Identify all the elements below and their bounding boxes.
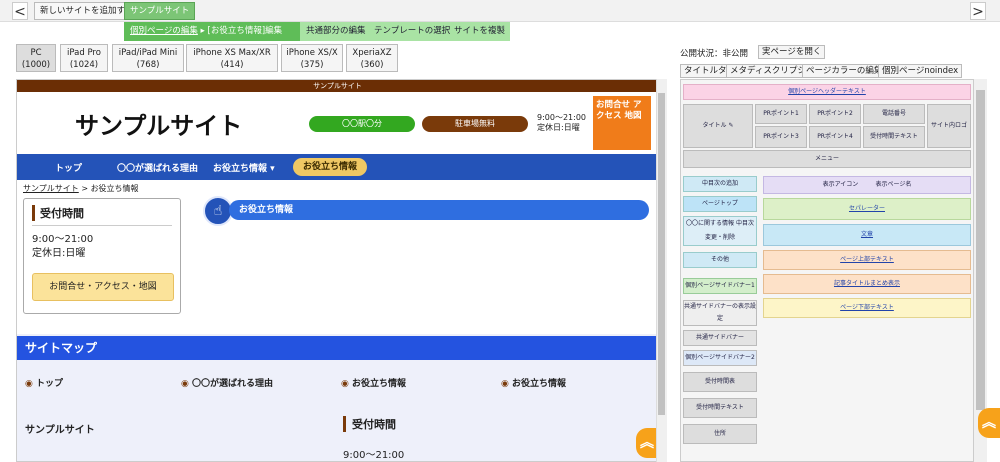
page-bottom-text-block[interactable]: ページ下部テキスト [763, 298, 971, 318]
device-ipad-pro[interactable]: iPad Pro (1024) [60, 44, 108, 72]
preview-scrollbar-thumb[interactable] [658, 93, 665, 415]
device-iphone-xs-max[interactable]: iPhone XS Max/XR (414) [186, 44, 278, 72]
subnav-template[interactable]: テンプレートの選択 [368, 22, 456, 41]
reception-text-block[interactable]: 受付時間テキスト [683, 398, 757, 418]
subnav-duplicate[interactable]: サイトを複製 [448, 22, 511, 41]
sidebar-hours-title: 受付時間 [32, 205, 84, 221]
separator-block[interactable]: セパレーター [763, 198, 971, 220]
page-top-text-block[interactable]: ページ上部テキスト [763, 250, 971, 270]
divider [32, 225, 172, 226]
device-xperia[interactable]: XperiaXZ (360) [346, 44, 398, 72]
panel-scroll-top-icon[interactable]: ︽ [978, 408, 1000, 438]
nav-info-active[interactable]: お役立ち情報 [293, 158, 367, 176]
device-iphone-xs[interactable]: iPhone XS/X (375) [281, 44, 343, 72]
sitemap-link-reason[interactable]: ◉ 〇〇が選ばれる理由 [181, 376, 273, 389]
phone-block[interactable]: 電話番号 [863, 104, 925, 124]
side-banner-1-block[interactable]: 個別ページサイドバナー1 [683, 278, 757, 294]
pr-point-4[interactable]: PRポイント4 [809, 126, 861, 148]
pr-point-1[interactable]: PRポイント1 [755, 104, 807, 124]
parking-badge: 駐車場無料 [422, 116, 528, 132]
breadcrumb: サンプルサイト > お役立ち情報 [23, 184, 139, 193]
sidebar-contact-button[interactable]: お問合せ・アクセス・地図 [32, 273, 174, 301]
side-banner-2-block[interactable]: 個別ページサイドバナー2 [683, 350, 757, 366]
menu-block[interactable]: メニュー [683, 150, 971, 168]
change-midheading-block[interactable]: 〇〇に関する情報 中目次変更・削除 [683, 216, 757, 246]
tab-page-color[interactable]: ページカラーの編集 [802, 64, 887, 78]
station-badge: 〇〇駅〇分 [309, 116, 415, 132]
sitemap-link-top[interactable]: ◉ トップ [25, 376, 63, 389]
address-block[interactable]: 住所 [683, 424, 757, 444]
site-preview: サンプルサイト サンプルサイト 〇〇駅〇分 駐車場無料 9:00～21:00 定休… [16, 79, 657, 462]
layout-editor-panel: 個別ページヘッダーテキスト タイトル ✎ PRポイント1 PRポイント2 電話番… [680, 79, 974, 462]
nav-top[interactable]: トップ [55, 161, 82, 174]
tab-noindex[interactable]: 個別ページnoindex [878, 64, 963, 78]
sitemap-link-info[interactable]: ◉ お役立ち情報 [341, 376, 406, 389]
site-tab[interactable]: サンプルサイト [124, 2, 196, 20]
nav-reason[interactable]: 〇〇が選ばれる理由 [117, 161, 198, 174]
pr-point-2[interactable]: PRポイント2 [809, 104, 861, 124]
common-side-banner-block[interactable]: 共通サイドバナー [683, 330, 757, 346]
back-arrow-icon[interactable]: < [12, 2, 28, 20]
panel-scrollbar-thumb[interactable] [976, 90, 985, 410]
footer-site-name: サンプルサイト [25, 425, 95, 436]
sidebar-hours-box: 受付時間 9:00～21:00 定休日:日曜 お問合せ・アクセス・地図 [23, 198, 181, 314]
device-ipad-mini[interactable]: iPad/iPad Mini (768) [112, 44, 184, 72]
sub-navigation: 個別ページの編集 ▸ [お役立ち情報]編集 共通部分の編集 テンプレートの選択 … [124, 22, 510, 41]
sitemap-title: サイトマップ [17, 336, 656, 360]
add-midheading-block[interactable]: 中目次の追加 [683, 176, 757, 192]
common-side-display-block[interactable]: 共通サイドバナーの表示設定 [683, 300, 757, 326]
other-block[interactable]: その他 [683, 252, 757, 268]
contact-access-button[interactable]: お問合せ アクセス 地図 [593, 96, 651, 150]
subnav-edit-page[interactable]: 個別ページの編集 ▸ [お役立ち情報]編集 [124, 22, 300, 41]
scroll-top-icon[interactable]: ︽ [636, 428, 658, 458]
page-top-block[interactable]: ページトップ [683, 196, 757, 212]
site-top-strip: サンプルサイト [17, 80, 656, 92]
header-text-block[interactable]: 個別ページヘッダーテキスト [683, 84, 971, 100]
hours-text-block[interactable]: 受付時間テキスト [863, 126, 925, 148]
article-title-block[interactable]: 記事タイトルまとめ表示 [763, 274, 971, 294]
open-live-page-button[interactable]: 実ページを開く [758, 45, 826, 59]
content-heading: お役立ち情報 [229, 200, 649, 220]
nav-info[interactable]: お役立ち情報 ▾ [213, 161, 275, 174]
header-hours: 9:00～21:00 定休日:日曜 [537, 113, 587, 132]
footer-hours: 9:00～21:00 [343, 450, 405, 461]
chevron-down-icon: ▾ [270, 164, 275, 174]
publish-status: 公開状況：非公開 [680, 49, 749, 59]
subnav-common[interactable]: 共通部分の編集 [300, 22, 372, 41]
sidebar-hours: 9:00～21:00 定休日:日曜 [32, 234, 94, 259]
site-logo-block[interactable]: サイト内ロゴ [927, 104, 971, 148]
title-block[interactable]: タイトル ✎ [683, 104, 753, 148]
forward-arrow-icon[interactable]: > [970, 2, 986, 20]
reception-table-block[interactable]: 受付時間表 [683, 372, 757, 392]
display-settings-block[interactable]: 表示アイコン 表示ページ名 [763, 176, 971, 194]
pr-point-3[interactable]: PRポイント3 [755, 126, 807, 148]
text-block[interactable]: 文章 [763, 224, 971, 246]
footer-hours-title: 受付時間 [343, 416, 396, 432]
breadcrumb-home[interactable]: サンプルサイト [23, 184, 79, 193]
site-logo: サンプルサイト [75, 112, 243, 140]
device-pc[interactable]: PC (1000) [16, 44, 56, 72]
sitemap-link-info-2[interactable]: ◉ お役立ち情報 [501, 376, 566, 389]
edit-icon: ✎ [728, 122, 734, 129]
